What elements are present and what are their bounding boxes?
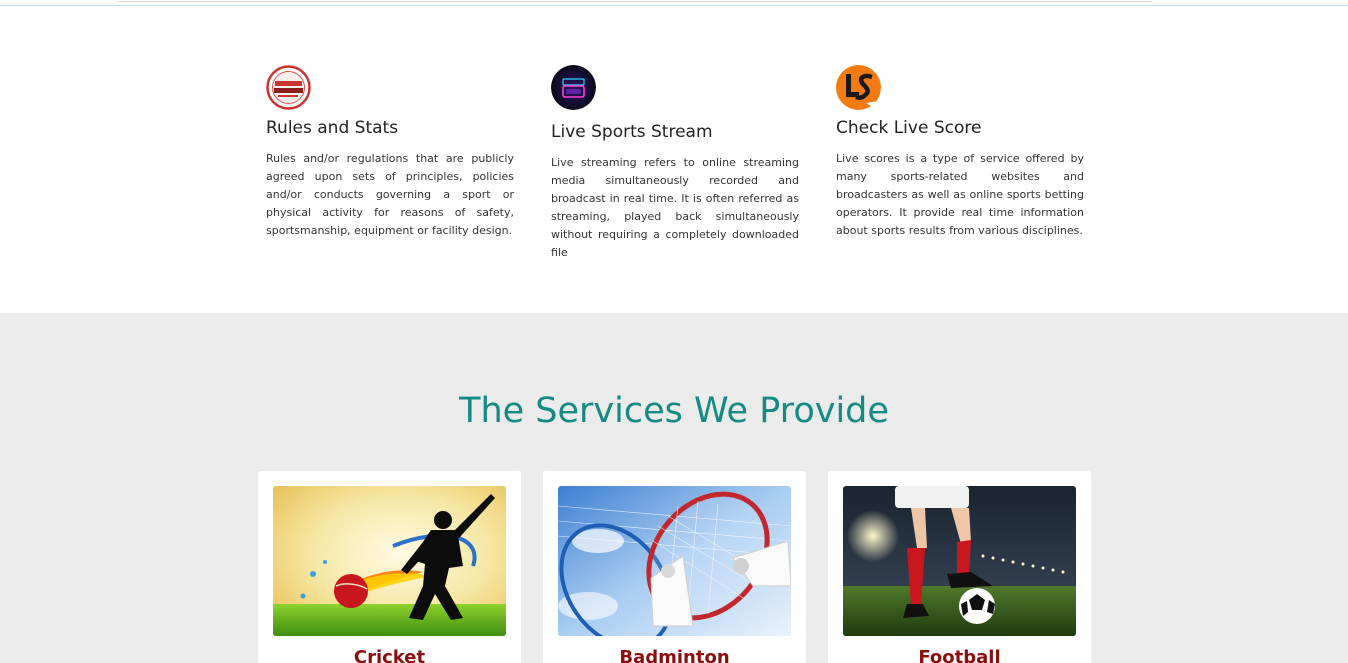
badminton-racket-shuttlecock-image: [558, 486, 791, 636]
services-section: The Services We Provide Cricket Badminto…: [0, 313, 1348, 663]
feature-description: Rules and/or regulations that are public…: [266, 152, 514, 237]
service-card-title[interactable]: Football: [828, 647, 1091, 663]
feature-description: Live scores is a type of service offered…: [836, 152, 1084, 237]
top-nav-bar: [0, 0, 1348, 6]
service-card-title[interactable]: Cricket: [258, 647, 521, 663]
feature-title: Check Live Score: [836, 118, 982, 138]
feature-rules-and-stats: Rules and Stats Rules and/or regulations…: [266, 65, 514, 240]
services-heading: The Services We Provide: [459, 391, 889, 431]
watch-live-icon: [551, 65, 596, 110]
service-card-title[interactable]: Badminton: [543, 647, 806, 663]
service-card-cricket[interactable]: Cricket: [258, 471, 521, 663]
cricket-batsman-image: [273, 486, 506, 636]
feature-description: Live streaming refers to online streamin…: [551, 156, 799, 259]
top-nav-divider: [118, 0, 1152, 2]
football-player-stadium-image: [843, 486, 1076, 636]
feature-check-live-score: Check Live Score Live scores is a type o…: [836, 65, 1084, 240]
live-score-logo-icon: [836, 65, 881, 110]
features-section: Rules and Stats Rules and/or regulations…: [0, 7, 1348, 313]
service-card-badminton[interactable]: Badminton: [543, 471, 806, 663]
feature-title: Rules and Stats: [266, 118, 399, 138]
service-card-football[interactable]: Football: [828, 471, 1091, 663]
rules-regulations-icon: [266, 65, 311, 110]
feature-title: Live Sports Stream: [551, 122, 713, 142]
feature-live-sports-stream: Live Sports Stream Live streaming refers…: [551, 65, 799, 262]
